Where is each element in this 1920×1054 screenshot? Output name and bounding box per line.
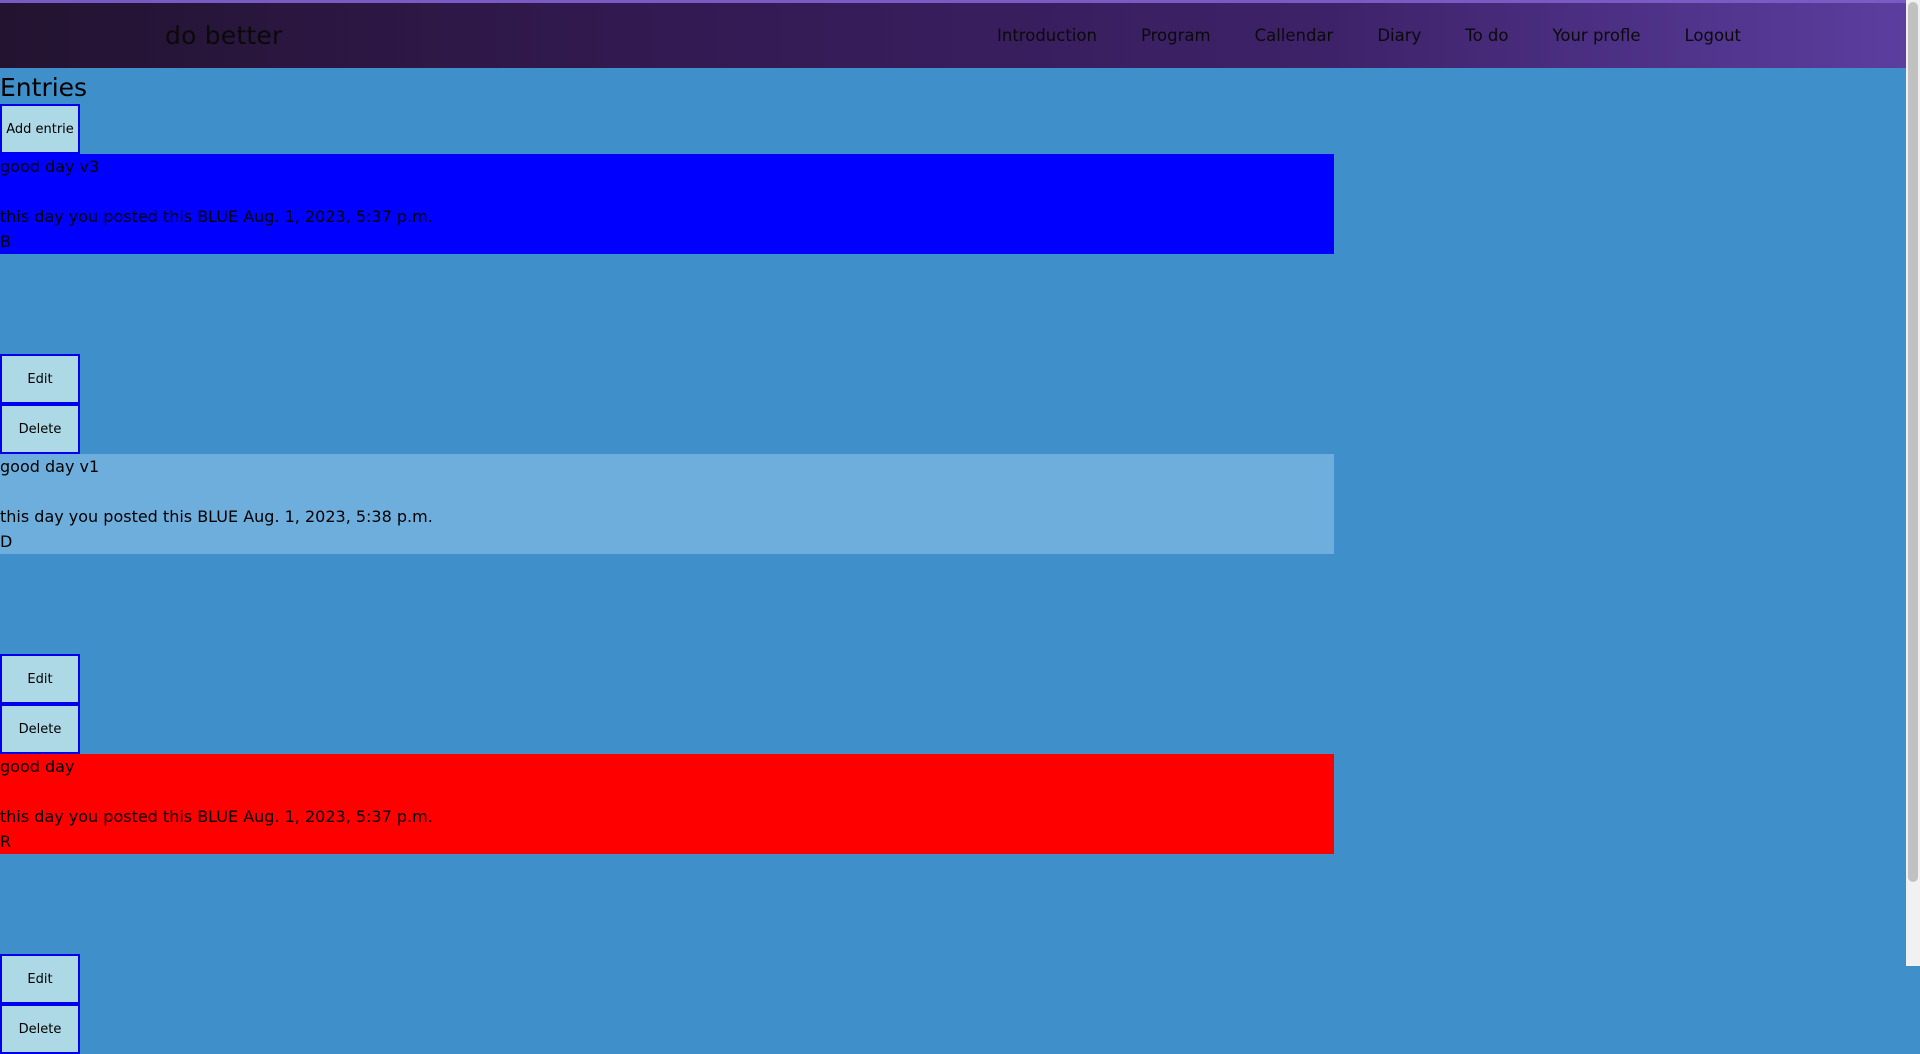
- brand-logo[interactable]: do better: [165, 21, 282, 50]
- nav-calendar[interactable]: Callendar: [1255, 26, 1334, 45]
- add-entry-button[interactable]: Add entrie: [0, 104, 80, 154]
- entry-card: good day v3 this day you posted this BLU…: [0, 154, 1334, 254]
- delete-button[interactable]: Delete: [0, 404, 80, 454]
- entry-actions: Edit Delete: [0, 654, 1906, 754]
- entry-card: good day v1 this day you posted this BLU…: [0, 454, 1334, 554]
- entry-spacer: [0, 479, 1334, 504]
- nav-program[interactable]: Program: [1141, 26, 1211, 45]
- entry-card: good day this day you posted this BLUE A…: [0, 754, 1334, 854]
- scrollbar-track[interactable]: [1906, 0, 1920, 966]
- nav-logout[interactable]: Logout: [1685, 26, 1742, 45]
- entry-gap: [0, 254, 1906, 354]
- edit-button[interactable]: Edit: [0, 354, 80, 404]
- entry-gap: [0, 554, 1906, 654]
- scrollbar-thumb[interactable]: [1908, 2, 1918, 882]
- nav-profile[interactable]: Your profle: [1552, 26, 1640, 45]
- entry-actions: Edit Delete: [0, 354, 1906, 454]
- entry-meta: this day you posted this BLUE Aug. 1, 20…: [0, 807, 433, 826]
- edit-button[interactable]: Edit: [0, 654, 80, 704]
- nav-todo[interactable]: To do: [1465, 26, 1508, 45]
- entry-actions: Edit Delete: [0, 954, 1906, 1054]
- entry-spacer: [0, 179, 1334, 204]
- entry-spacer: [0, 779, 1334, 804]
- entry-title: good day: [0, 757, 75, 776]
- entry-meta: this day you posted this BLUE Aug. 1, 20…: [0, 507, 433, 526]
- nav-diary[interactable]: Diary: [1377, 26, 1421, 45]
- entry-meta: this day you posted this BLUE Aug. 1, 20…: [0, 207, 433, 226]
- delete-button[interactable]: Delete: [0, 1004, 80, 1054]
- top-navbar: do better Introduction Program Callendar…: [0, 0, 1906, 68]
- entry-letter: B: [0, 232, 11, 251]
- main-nav: Introduction Program Callendar Diary To …: [953, 26, 1741, 45]
- entry-letter: D: [0, 532, 13, 551]
- delete-button[interactable]: Delete: [0, 704, 80, 754]
- nav-introduction[interactable]: Introduction: [997, 26, 1097, 45]
- edit-button[interactable]: Edit: [0, 954, 80, 1004]
- entry-letter: R: [0, 832, 12, 851]
- entry-title: good day v3: [0, 157, 100, 176]
- page-title: Entries: [0, 73, 88, 102]
- entry-title: good day v1: [0, 457, 100, 476]
- entry-gap: [0, 854, 1906, 954]
- main-content: Entries Add entrie good day v3 this day …: [0, 68, 1906, 1054]
